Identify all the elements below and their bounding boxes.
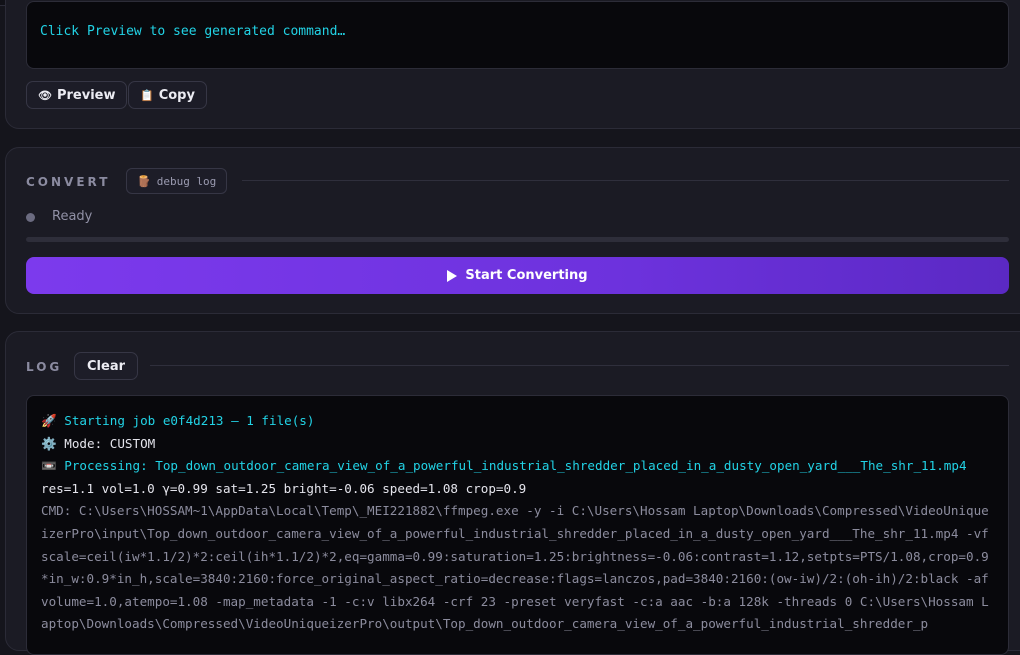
- debug-log-label: debug log: [156, 174, 217, 188]
- log-line-text: Processing: Top_down_outdoor_camera_view…: [64, 458, 967, 474]
- log-line: ⚙️ Mode: CUSTOM: [41, 433, 994, 456]
- log-line-text: Starting job e0f4d213 — 1 file(s): [64, 413, 315, 428]
- log-line: CMD: C:\Users\HOSSAM~1\AppData\Local\Tem…: [41, 500, 994, 636]
- log-divider: [150, 365, 1009, 366]
- debug-log-button[interactable]: 🪵 debug log: [126, 168, 228, 194]
- log-line-text: Mode: CUSTOM: [64, 435, 156, 451]
- convert-divider: [242, 180, 1009, 181]
- clear-label: Clear: [87, 358, 125, 374]
- status-indicator-dot: [26, 213, 35, 222]
- log-line-text: res=1.1 vol=1.0 γ=0.99 sat=1.25 bright=-…: [41, 480, 527, 496]
- log-line-icon: ⚙️: [41, 435, 65, 451]
- log-line-text: CMD: C:\Users\HOSSAM~1\AppData\Local\Tem…: [41, 503, 989, 632]
- progress-bar: [26, 237, 1009, 242]
- convert-card: CONVERT 🪵 debug log Ready Start Converti…: [5, 147, 1020, 314]
- clipboard-icon: 📋: [140, 88, 154, 102]
- log-line: 📼 Processing: Top_down_outdoor_camera_vi…: [41, 455, 994, 478]
- status-text: Ready: [52, 209, 93, 224]
- clear-log-button[interactable]: Clear: [74, 352, 138, 380]
- start-converting-label: Start Converting: [465, 268, 588, 283]
- log-line-icon: 🚀: [41, 413, 65, 428]
- start-converting-button[interactable]: Start Converting: [26, 257, 1009, 294]
- log-line: res=1.1 vol=1.0 γ=0.99 sat=1.25 bright=-…: [41, 478, 994, 501]
- log-icon: 🪵: [137, 174, 151, 188]
- preview-button[interactable]: 👁 Preview: [26, 81, 128, 109]
- copy-button[interactable]: 📋 Copy: [128, 81, 207, 109]
- play-icon: [447, 269, 458, 282]
- log-line: 🚀 Starting job e0f4d213 — 1 file(s): [41, 410, 994, 433]
- eye-icon: 👁: [38, 88, 52, 102]
- copy-label: Copy: [158, 87, 195, 103]
- log-line-icon: 📼: [41, 458, 65, 474]
- convert-section-label: CONVERT: [26, 175, 111, 189]
- log-card: LOG Clear 🚀 Starting job e0f4d213 — 1 fi…: [5, 331, 1020, 655]
- preview-label: Preview: [56, 87, 116, 103]
- command-preview-box: Click Preview to see generated command…: [26, 1, 1009, 69]
- command-preview-text: Click Preview to see generated command…: [40, 24, 346, 39]
- log-section-label: LOG: [26, 360, 63, 374]
- command-card: Click Preview to see generated command… …: [5, 0, 1020, 129]
- log-output[interactable]: 🚀 Starting job e0f4d213 — 1 file(s) ⚙️ Mo…: [26, 395, 1009, 655]
